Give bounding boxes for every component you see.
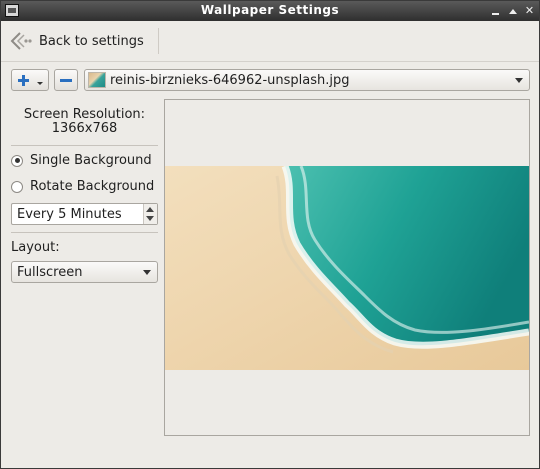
screen-resolution-value: 1366x768: [51, 121, 118, 136]
divider: [11, 145, 158, 146]
layout-dropdown[interactable]: Fullscreen: [11, 261, 158, 283]
stepper-arrows: [143, 204, 157, 224]
rotation-interval-stepper[interactable]: Every 5 Minutes: [11, 203, 158, 225]
single-background-option[interactable]: Single Background: [11, 153, 152, 168]
chevron-down-icon: [515, 77, 523, 83]
wallpaper-preview: [164, 99, 530, 436]
maximize-icon[interactable]: [507, 4, 520, 17]
layout-label: Layout:: [11, 240, 60, 255]
rotate-background-radio[interactable]: [11, 180, 23, 193]
minimize-icon[interactable]: [489, 4, 502, 17]
rotate-background-label: Rotate Background: [30, 179, 155, 194]
add-wallpaper-button[interactable]: [11, 69, 49, 91]
spin-up-icon[interactable]: [146, 207, 154, 212]
rotation-interval-value: Every 5 Minutes: [17, 206, 122, 222]
wallpaper-preview-image: [165, 166, 529, 370]
minus-icon: [60, 79, 72, 82]
window-title: Wallpaper Settings: [200, 3, 340, 17]
layout-value: Fullscreen: [17, 264, 83, 280]
rotate-background-option[interactable]: Rotate Background: [11, 179, 154, 194]
title-bar[interactable]: Wallpaper Settings ✕: [1, 1, 539, 21]
chevron-down-icon: [143, 269, 151, 275]
back-arrow-icon: [10, 32, 32, 50]
plus-icon: [18, 75, 43, 86]
wallpaper-toolbar: reinis-birznieks-646962-unsplash.jpg: [1, 65, 539, 95]
wallpaper-settings-window: Wallpaper Settings ✕ Back to settings re…: [0, 0, 540, 469]
navigation-bar: Back to settings: [1, 21, 539, 62]
single-background-label: Single Background: [30, 153, 152, 168]
close-icon[interactable]: ✕: [523, 4, 536, 17]
selected-file-name: reinis-birznieks-646962-unsplash.jpg: [110, 72, 350, 88]
screen-resolution-label: Screen Resolution:: [23, 107, 146, 122]
wallpaper-file-dropdown[interactable]: reinis-birznieks-646962-unsplash.jpg: [84, 69, 530, 91]
wallpaper-thumbnail: [88, 72, 106, 88]
back-button-label: Back to settings: [39, 33, 144, 49]
spin-down-icon[interactable]: [146, 216, 154, 221]
single-background-radio[interactable]: [11, 154, 23, 167]
settings-panel: Screen Resolution: 1366x768 Single Backg…: [11, 101, 158, 283]
back-to-settings-button[interactable]: Back to settings: [9, 28, 159, 54]
divider: [11, 232, 158, 233]
remove-wallpaper-button[interactable]: [54, 69, 78, 91]
